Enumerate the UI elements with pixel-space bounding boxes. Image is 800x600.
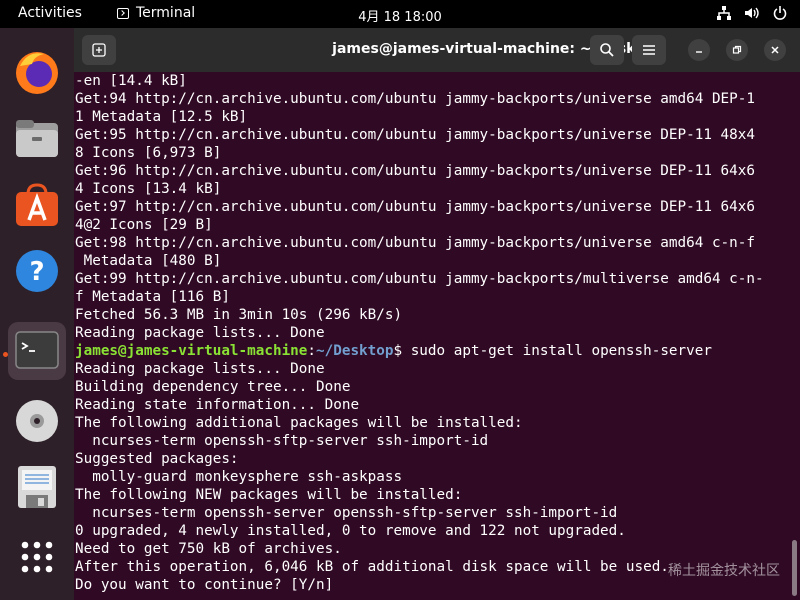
- prompt-separator: :: [307, 343, 317, 359]
- terminal-line: Metadata [480 B]: [75, 253, 222, 269]
- terminal-line: Get:97 http://cn.archive.ubuntu.com/ubun…: [75, 199, 755, 215]
- terminal-line: 0 upgraded, 4 newly installed, 0 to remo…: [75, 523, 626, 539]
- terminal-line: 1 Metadata [12.5 kB]: [75, 109, 248, 125]
- terminal-line: Get:99 http://cn.archive.ubuntu.com/ubun…: [75, 271, 764, 287]
- disc-icon: [16, 400, 58, 442]
- terminal-line: Get:94 http://cn.archive.ubuntu.com/ubun…: [75, 91, 755, 107]
- restore-icon: [732, 45, 742, 54]
- minimize-icon: [696, 51, 702, 53]
- close-icon: [771, 46, 779, 54]
- dock-item-save[interactable]: [8, 458, 66, 516]
- watermark: 稀土掘金技术社区: [668, 563, 780, 579]
- menu-button[interactable]: [632, 35, 666, 65]
- dock-item-show-apps[interactable]: [8, 528, 66, 586]
- terminal-line: The following NEW packages will be insta…: [75, 487, 463, 503]
- terminal-line: Reading package lists... Done: [75, 361, 325, 377]
- close-button[interactable]: [764, 39, 786, 61]
- dock-item-app-center[interactable]: [8, 176, 66, 234]
- title-bar[interactable]: james@james-virtual-machine: ~/Desktop: [74, 28, 800, 72]
- terminal-line: 4 Icons [13.4 kB]: [75, 181, 222, 197]
- terminal-line: ncurses-term openssh-sftp-server ssh-imp…: [75, 433, 489, 449]
- terminal-line: molly-guard monkeysphere ssh-askpass: [75, 469, 403, 485]
- volume-icon[interactable]: [744, 5, 760, 21]
- prompt-end: $: [393, 343, 411, 359]
- prompt-line: james@james-virtual-machine:~/Desktop$ s…: [75, 342, 800, 360]
- dock: ?: [0, 28, 74, 600]
- system-tray[interactable]: [716, 5, 788, 21]
- output-after-prompt: Reading package lists... Done Building de…: [75, 360, 800, 594]
- terminal-line: Get:95 http://cn.archive.ubuntu.com/ubun…: [75, 127, 755, 143]
- scrollbar[interactable]: [792, 540, 797, 596]
- prompt-user: james@james-virtual-machine: [75, 343, 308, 359]
- terminal-line: f Metadata [116 B]: [75, 289, 230, 305]
- terminal-line: Reading package lists... Done: [75, 325, 325, 341]
- files-icon: [16, 120, 58, 157]
- terminal-line: 8 Icons [6,973 B]: [75, 145, 222, 161]
- terminal-line: Building dependency tree... Done: [75, 379, 351, 395]
- hamburger-icon: [643, 45, 655, 55]
- dock-item-disc[interactable]: [8, 392, 66, 450]
- dock-item-files[interactable]: [8, 110, 66, 168]
- maximize-button[interactable]: [726, 39, 748, 61]
- terminal-line: Get:96 http://cn.archive.ubuntu.com/ubun…: [75, 163, 755, 179]
- dock-item-firefox[interactable]: [8, 44, 66, 102]
- command-text: sudo apt-get install openssh-server: [410, 343, 712, 359]
- search-icon: [600, 43, 614, 57]
- terminal-window: james@james-virtual-machine: ~/Desktop -…: [74, 28, 800, 600]
- top-bar: Activities Terminal 4月 18 18:00: [0, 0, 800, 28]
- terminal-line: Need to get 750 kB of archives.: [75, 541, 342, 557]
- floppy-icon: [18, 466, 56, 508]
- firefox-icon: [16, 52, 58, 94]
- svg-text:?: ?: [29, 257, 44, 287]
- clock[interactable]: 4月 18 18:00: [0, 6, 800, 25]
- show-apps-icon: [21, 541, 53, 573]
- terminal-line: 4@2 Icons [29 B]: [75, 217, 213, 233]
- app-center-icon: [16, 183, 58, 226]
- terminal-line: Get:98 http://cn.archive.ubuntu.com/ubun…: [75, 235, 755, 251]
- terminal-icon: [15, 331, 59, 369]
- output-before-prompt: -en [14.4 kB] Get:94 http://cn.archive.ub…: [75, 72, 800, 342]
- terminal-line: Suggested packages:: [75, 451, 239, 467]
- prompt-path: ~/Desktop: [316, 343, 394, 359]
- help-icon: ?: [16, 250, 58, 292]
- terminal-output[interactable]: -en [14.4 kB] Get:94 http://cn.archive.ub…: [74, 72, 800, 600]
- minimize-button[interactable]: [688, 39, 710, 61]
- terminal-line: -en [14.4 kB]: [75, 73, 187, 89]
- terminal-line: ncurses-term openssh-server openssh-sftp…: [75, 505, 618, 521]
- power-icon[interactable]: [772, 5, 788, 21]
- network-icon[interactable]: [716, 5, 732, 21]
- terminal-line: Fetched 56.3 MB in 3min 10s (296 kB/s): [75, 307, 403, 323]
- terminal-line: Reading state information... Done: [75, 397, 360, 413]
- dock-item-terminal[interactable]: [8, 322, 66, 380]
- dock-item-help[interactable]: ?: [8, 242, 66, 300]
- terminal-line: The following additional packages will b…: [75, 415, 523, 431]
- search-button[interactable]: [590, 35, 624, 65]
- active-indicator: [3, 352, 8, 357]
